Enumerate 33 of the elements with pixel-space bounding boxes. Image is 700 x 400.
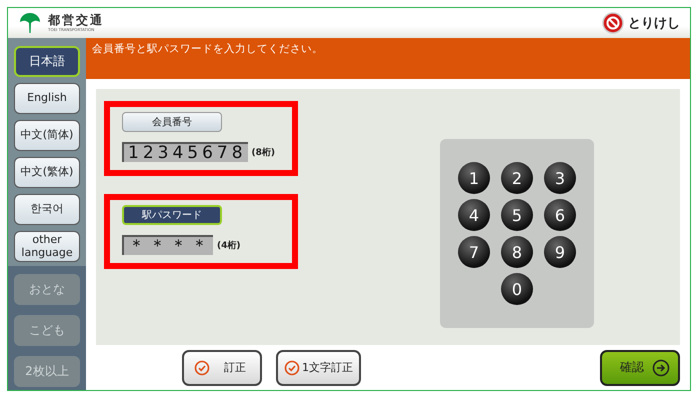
logo-title: 都営交通 xyxy=(48,14,104,26)
digit-count: (4桁) xyxy=(217,240,240,252)
language-button[interactable]: 日本語 xyxy=(14,46,80,77)
digit-count: (8桁) xyxy=(252,146,276,158)
field-label-tab[interactable]: 会員番号 xyxy=(122,112,222,132)
number-key[interactable]: 0 xyxy=(501,273,533,305)
logo-icon xyxy=(18,11,42,35)
number-key[interactable]: 3 xyxy=(544,162,576,194)
check-circle-icon xyxy=(194,360,210,376)
input-field[interactable]: 12345678 xyxy=(122,142,248,162)
input-field[interactable]: ＊＊＊＊ xyxy=(122,235,213,255)
number-key[interactable]: 5 xyxy=(501,199,533,231)
number-key[interactable]: 2 xyxy=(501,162,533,194)
language-button[interactable]: 中文(简体) xyxy=(14,120,80,151)
confirm-button[interactable]: 確認 xyxy=(600,350,680,386)
correction-button[interactable]: 訂正 xyxy=(182,350,262,386)
language-button[interactable]: 한국어 xyxy=(14,194,80,225)
cancel-button[interactable]: とりけし xyxy=(602,12,680,34)
number-key[interactable]: 9 xyxy=(544,236,576,268)
number-key[interactable]: 4 xyxy=(458,199,490,231)
prohibited-icon xyxy=(602,12,624,34)
number-key[interactable]: 8 xyxy=(501,236,533,268)
field-label-tab[interactable]: 駅パスワード xyxy=(122,205,222,225)
number-key[interactable]: 7 xyxy=(458,236,490,268)
instruction-banner: 会員番号と駅パスワードを入力してください。 xyxy=(86,38,690,79)
number-key[interactable]: 1 xyxy=(458,162,490,194)
check-circle-icon xyxy=(284,360,300,376)
language-button[interactable]: English xyxy=(14,83,80,114)
language-button[interactable]: 中文(繁体) xyxy=(14,157,80,188)
arrow-circle-icon xyxy=(652,358,670,376)
number-key[interactable]: 6 xyxy=(544,199,576,231)
language-button[interactable]: other language xyxy=(14,231,80,262)
correction-button[interactable]: 1文字訂正 xyxy=(276,350,361,386)
